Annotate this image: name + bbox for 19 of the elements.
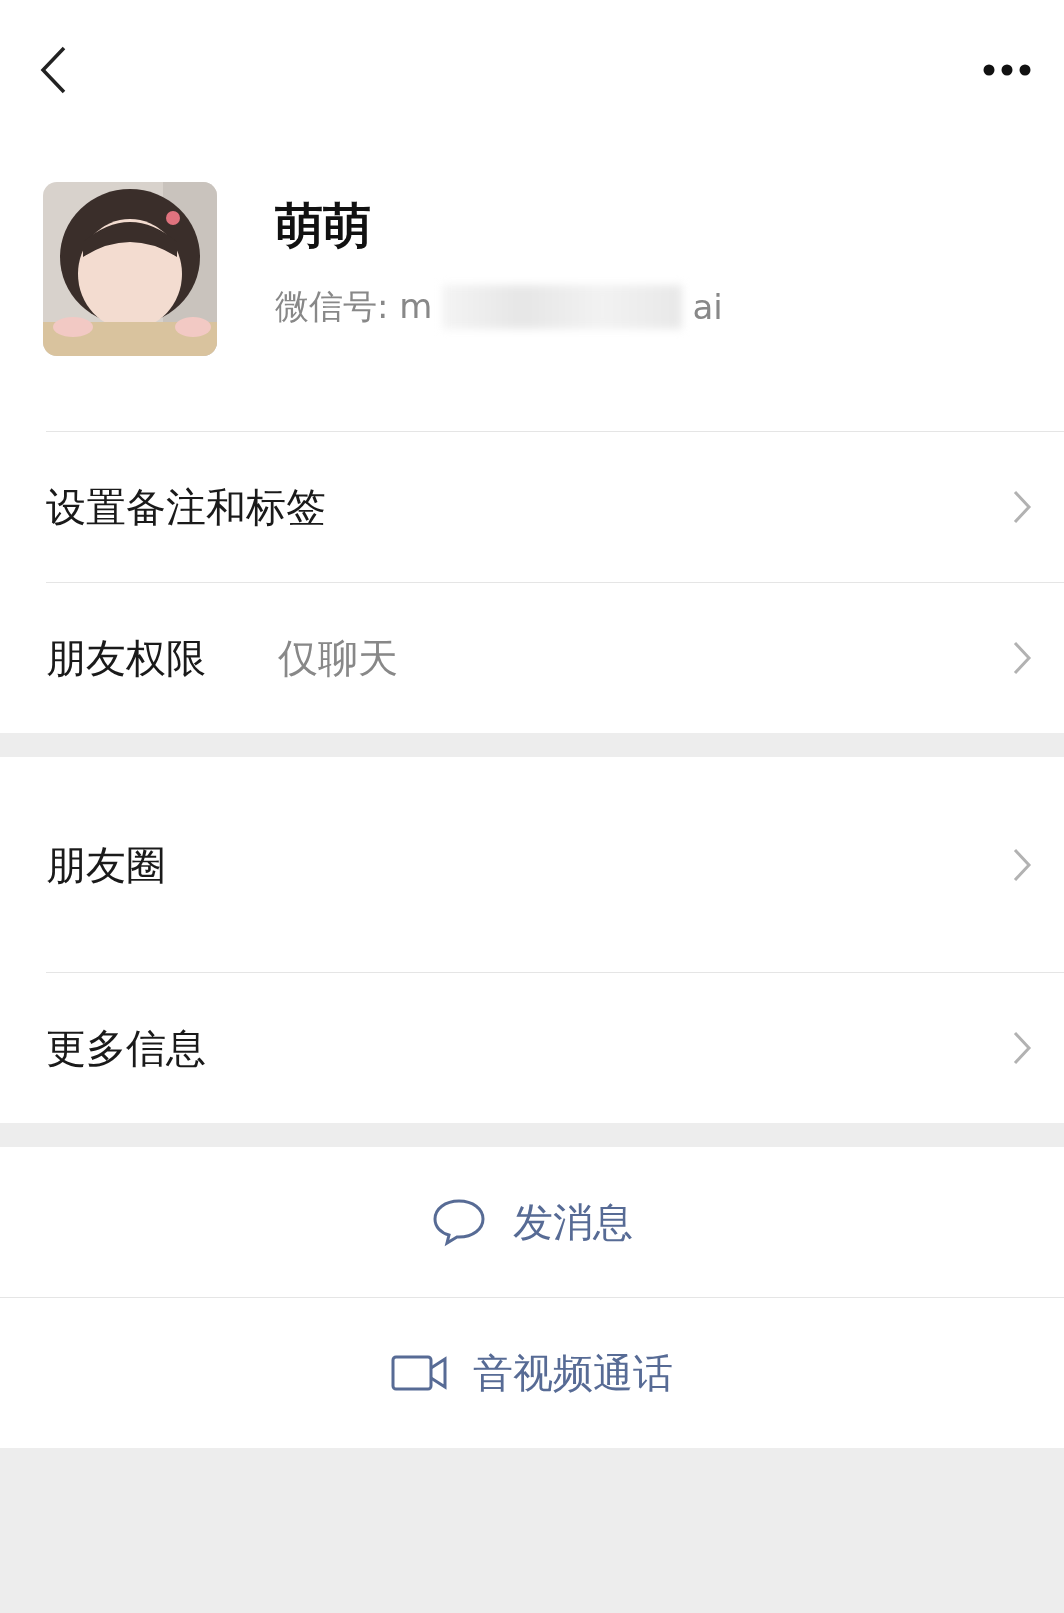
chevron-right-icon [1012,640,1032,676]
menu-row[interactable]: 更多信息 [46,972,1064,1123]
speech-bubble-icon [431,1197,487,1247]
wechat-id-label: 微信号: m [275,285,433,328]
contact-name: 萌萌 [275,196,372,255]
row-value: 仅聊天 [278,633,399,683]
chevron-right-icon [1012,846,1032,883]
row-label: 更多信息 [46,1024,207,1073]
menu-row[interactable]: 朋友权限 仅聊天 [46,582,1064,733]
back-icon[interactable] [38,45,68,95]
menu-row[interactable]: 朋友圈 [46,757,1064,972]
chevron-right-icon [1012,489,1032,525]
row-label: 设置备注和标签 [46,483,326,532]
row-label: 朋友权限 [46,634,207,683]
more-icon[interactable] [982,63,1032,77]
wechat-id-ending: ai [692,287,723,327]
chevron-right-icon [1012,1030,1032,1066]
row-label: 朋友圈 [46,840,167,890]
menu-row[interactable]: 设置备注和标签 [46,431,1064,582]
